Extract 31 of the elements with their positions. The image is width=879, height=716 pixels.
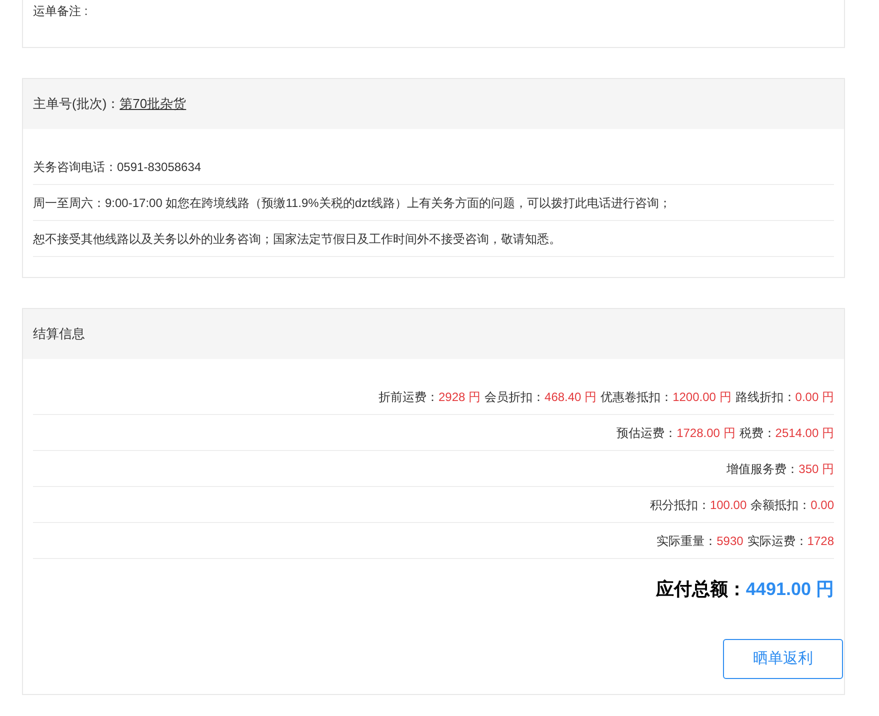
batch-link[interactable]: 第70批杂货: [120, 94, 186, 114]
info-text: 关务咨询电话：0591-83058634: [33, 158, 202, 176]
fee-value: 100.00: [710, 496, 747, 514]
fee-value: 0.00: [810, 496, 834, 514]
settlement-title: 结算信息: [33, 325, 85, 344]
fee-label: 税费：: [739, 424, 776, 442]
fee-label: 预估运费：: [616, 424, 677, 442]
fee-value: 468.40 円: [544, 388, 597, 406]
fee-value: 5930: [716, 532, 744, 550]
fee-label: 实际运费：: [747, 532, 808, 550]
batch-label: 主单号(批次)：: [33, 95, 120, 114]
fee-label: 实际重量：: [656, 532, 717, 550]
fee-label: 积分抵扣：: [650, 496, 710, 514]
total-label: 应付总额：: [656, 578, 746, 600]
fee-value: 1728.00 円: [676, 424, 736, 442]
fee-value: 350 円: [798, 460, 834, 478]
fee-label: 路线折扣：: [735, 388, 796, 406]
fee-label: 优惠卷抵扣：: [600, 388, 673, 406]
fee-value: 2928 円: [438, 388, 481, 406]
info-text: 周一至周六：9:00-17:00 如您在跨境线路（预缴11.9%关税的dzt线路）上有关务方面的问题，可以拨打此电话进行咨询；: [33, 194, 671, 212]
fee-label: 余额抵扣：: [750, 496, 811, 514]
remarks-label: 运单备注 :: [33, 4, 88, 18]
total-value: 4491.00 円: [746, 578, 834, 600]
fee-label: 会员折扣：: [484, 388, 545, 406]
fee-label: 增值服务费：: [726, 460, 799, 478]
info-text: 恕不接受其他线路以及关务以外的业务咨询；国家法定节假日及工作时间外不接受咨询，敬请知悉。: [33, 230, 561, 248]
fee-label: 折前运费：: [378, 388, 438, 406]
fee-value: 0.00 円: [795, 388, 834, 406]
fee-value: 1728: [807, 532, 834, 550]
fee-value: 2514.00 円: [775, 424, 834, 442]
fee-value: 1200.00 円: [672, 388, 732, 406]
